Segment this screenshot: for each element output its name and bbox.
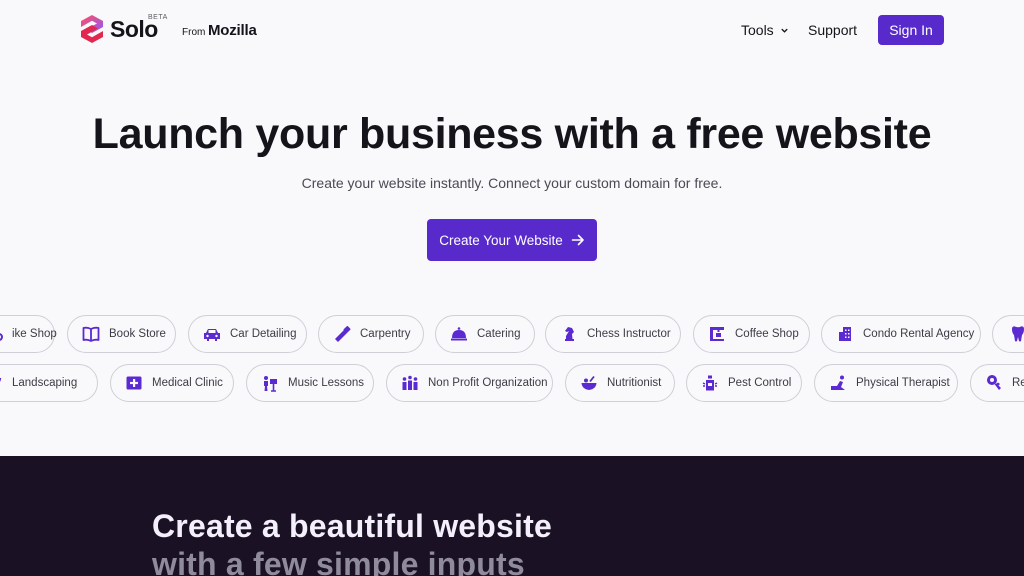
food-bowl-icon xyxy=(581,375,597,390)
category-chip-label: Car Detailing xyxy=(230,328,297,340)
feature-section: Create a beautiful website with a few si… xyxy=(0,456,1024,576)
spray-icon xyxy=(702,375,718,391)
category-chip-physical-therapist[interactable]: Physical Therapist xyxy=(814,364,958,402)
book-icon xyxy=(82,326,100,342)
category-chip-label: Non Profit Organization xyxy=(428,377,548,389)
feature-heading-line1: Create a beautiful website xyxy=(152,508,552,544)
hero-subtitle: Create your website instantly. Connect y… xyxy=(301,175,723,191)
category-row-2: Landscaping Medical Clinic Music Lessons… xyxy=(0,364,1024,402)
category-chip-chess-instructor[interactable]: Chess Instructor xyxy=(545,315,681,353)
category-chip-car-detailing[interactable]: Car Detailing xyxy=(188,315,307,353)
category-chip-label: ike Shop xyxy=(12,328,57,340)
category-chip-coffee-shop[interactable]: Coffee Shop xyxy=(693,315,810,353)
coffee-machine-icon xyxy=(710,327,724,341)
building-icon xyxy=(839,327,851,341)
category-chip-nutritionist[interactable]: Nutritionist xyxy=(565,364,675,402)
solo-logo[interactable]: Solo BETA xyxy=(80,14,167,44)
people-icon xyxy=(402,375,418,390)
category-chip-label: Chess Instructor xyxy=(587,328,671,340)
category-chip-non-profit-organization[interactable]: Non Profit Organization xyxy=(386,364,553,402)
category-chip-label: Medical Clinic xyxy=(152,377,223,389)
category-row-1: ike Shop Book Store Car Detailing Carpen… xyxy=(0,315,1024,353)
category-chip-label: Nutritionist xyxy=(607,377,662,389)
category-chip-dental[interactable] xyxy=(992,315,1024,353)
therapy-icon xyxy=(831,375,845,390)
category-chip-label: Catering xyxy=(477,328,521,340)
category-chip-medical-clinic[interactable]: Medical Clinic xyxy=(110,364,234,402)
category-chip-label: Pest Control xyxy=(728,377,792,389)
car-icon xyxy=(204,329,220,341)
category-chip-condo-rental-agency[interactable]: Condo Rental Agency xyxy=(821,315,981,353)
create-website-button[interactable]: Create Your Website xyxy=(427,219,597,261)
category-chip-label: Landscaping xyxy=(12,377,78,389)
category-chip-real-estate[interactable]: Re xyxy=(970,364,1024,402)
category-chip-book-store[interactable]: Book Store xyxy=(67,315,176,353)
site-header: Solo BETA From Mozilla Tools Support Sig… xyxy=(0,0,1024,60)
category-chip-label: Physical Therapist xyxy=(856,377,950,389)
arrow-right-icon xyxy=(571,234,584,246)
category-chip-label: Carpentry xyxy=(360,328,411,340)
saw-icon xyxy=(335,326,351,342)
category-chip-label: Book Store xyxy=(109,328,166,340)
feature-heading-line2: with a few simple inputs xyxy=(152,546,525,576)
plant-icon xyxy=(0,377,2,382)
sign-in-button[interactable]: Sign In xyxy=(878,15,944,45)
nav-tools-label: Tools xyxy=(741,22,774,38)
bike-icon xyxy=(0,333,3,341)
create-website-label: Create Your Website xyxy=(439,232,563,248)
category-chip-label: Condo Rental Agency xyxy=(863,328,975,340)
category-chip-landscaping[interactable]: Landscaping xyxy=(0,364,98,402)
beta-badge: BETA xyxy=(148,14,168,21)
medical-cross-icon xyxy=(126,376,142,390)
tooth-icon xyxy=(1012,326,1024,342)
chess-knight-icon xyxy=(565,327,574,341)
nav-support-link[interactable]: Support xyxy=(808,22,857,38)
category-chip-label: Music Lessons xyxy=(288,377,365,389)
category-chip-carpentry[interactable]: Carpentry xyxy=(318,315,424,353)
nav-tools-menu[interactable]: Tools xyxy=(741,22,789,38)
hero-title: Launch your business with a free website xyxy=(92,110,932,158)
category-chip-catering[interactable]: Catering xyxy=(435,315,535,353)
cloche-icon xyxy=(451,327,467,341)
category-chip-music-lessons[interactable]: Music Lessons xyxy=(246,364,374,402)
music-stand-icon xyxy=(264,376,277,392)
category-chip-label: Re xyxy=(1012,377,1024,389)
category-chip-bike-shop[interactable]: ike Shop xyxy=(0,315,57,353)
chevron-down-icon xyxy=(781,28,788,33)
mozilla-wordmark[interactable]: Mozilla xyxy=(208,22,257,39)
category-chip-pest-control[interactable]: Pest Control xyxy=(686,364,802,402)
from-label: From xyxy=(182,27,206,38)
solo-logo-mark-icon xyxy=(81,15,103,43)
category-chip-label: Coffee Shop xyxy=(735,328,799,340)
key-icon xyxy=(987,375,1001,390)
